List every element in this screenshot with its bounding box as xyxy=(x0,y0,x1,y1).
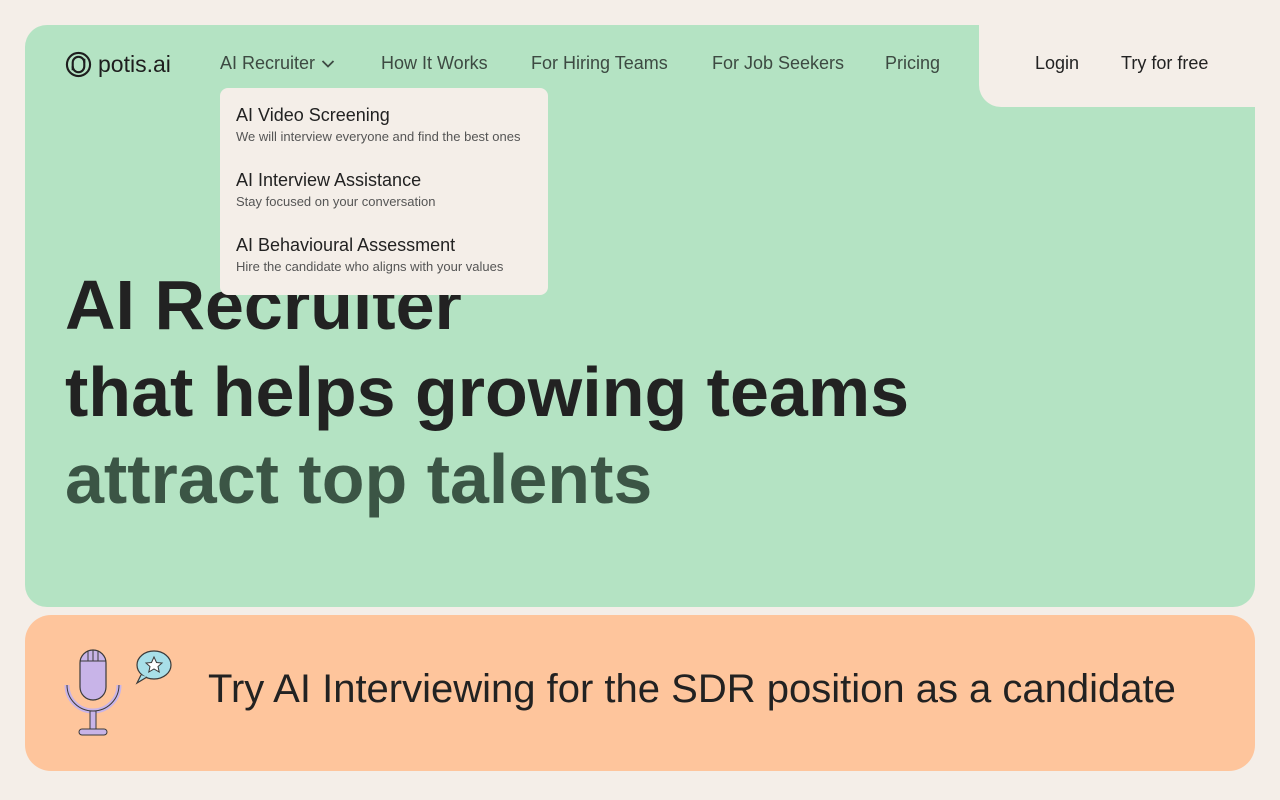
try-interview-banner[interactable]: Try AI Interviewing for the SDR position… xyxy=(25,615,1255,771)
nav-item-label: For Hiring Teams xyxy=(531,53,668,73)
nav-item-job-seekers[interactable]: For Job Seekers xyxy=(712,53,844,74)
speech-bubble-star-icon xyxy=(135,650,172,685)
dropdown-item-interview-assistance[interactable]: AI Interview Assistance Stay focused on … xyxy=(236,169,532,211)
nav-item-label: How It Works xyxy=(381,53,488,73)
login-link[interactable]: Login xyxy=(1035,53,1079,74)
dropdown-item-behavioural-assessment[interactable]: AI Behavioural Assessment Hire the candi… xyxy=(236,234,532,276)
nav-item-pricing[interactable]: Pricing xyxy=(885,53,940,74)
nav-item-label: AI Recruiter xyxy=(220,53,316,73)
microphone-icon xyxy=(64,649,172,736)
dropdown-item-desc: Hire the candidate who aligns with your … xyxy=(236,259,504,274)
dropdown-item-title: AI Video Screening xyxy=(236,105,390,125)
aperture-logo-icon xyxy=(65,51,92,77)
nav-item-label: For Job Seekers xyxy=(712,53,845,73)
chevron-down-icon xyxy=(321,59,335,68)
brand-logo[interactable]: potis.ai xyxy=(65,50,171,78)
banner-text: Try AI Interviewing for the SDR position… xyxy=(208,667,1176,711)
headline-line-2: that helps growing teams xyxy=(65,353,909,431)
brand-name: potis.ai xyxy=(98,50,171,77)
nav-item-ai-recruiter[interactable]: AI Recruiter xyxy=(220,53,335,74)
nav-item-label: Pricing xyxy=(885,53,941,73)
dropdown-item-title: AI Interview Assistance xyxy=(236,170,422,190)
top-nav: potis.ai AI Recruiter How It Works For H… xyxy=(0,0,1280,107)
hero-headline: AI Recruiter that helps growing teams at… xyxy=(65,262,909,523)
try-free-link[interactable]: Try for free xyxy=(1121,53,1208,74)
dropdown-item-desc: Stay focused on your conversation xyxy=(236,194,436,209)
dropdown-item-title: AI Behavioural Assessment xyxy=(236,235,456,255)
nav-item-hiring-teams[interactable]: For Hiring Teams xyxy=(531,53,668,74)
headline-line-3: attract top talents xyxy=(65,440,653,518)
dropdown-item-desc: We will interview everyone and find the … xyxy=(236,129,521,144)
dropdown-item-video-screening[interactable]: AI Video Screening We will interview eve… xyxy=(236,104,532,146)
nav-item-how-it-works[interactable]: How It Works xyxy=(381,53,488,74)
ai-recruiter-dropdown: AI Video Screening We will interview eve… xyxy=(220,88,548,295)
